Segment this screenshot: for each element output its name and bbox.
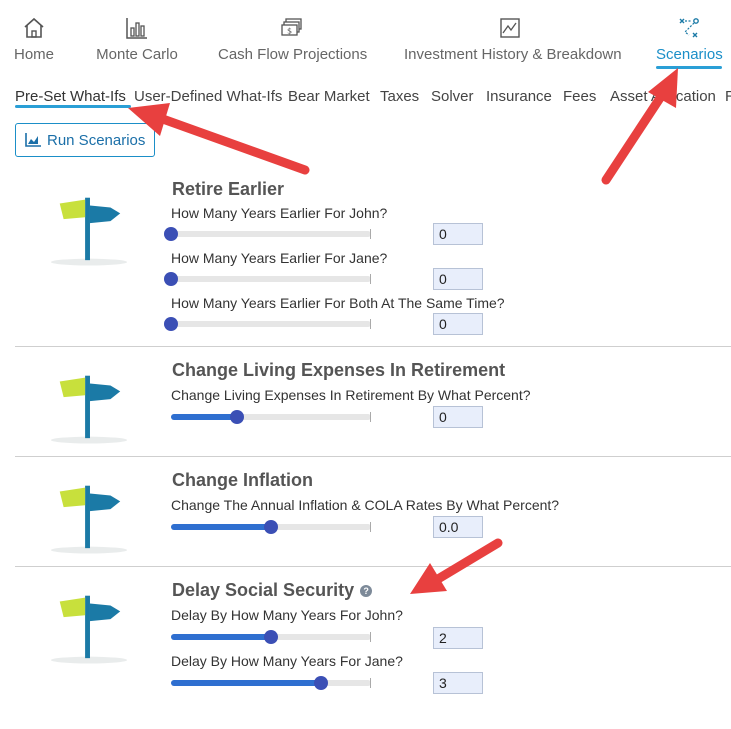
nav-home[interactable]: Home (8, 0, 60, 70)
slider-inflation-percent[interactable] (171, 520, 371, 534)
input-living-expenses-percent[interactable] (433, 406, 483, 428)
input-years-earlier-both[interactable] (433, 313, 483, 335)
active-subtab-underline (15, 105, 131, 108)
field-label: Delay By How Many Years For Jane? (171, 653, 403, 669)
subtab-taxes[interactable]: Taxes (380, 88, 419, 105)
subtab-pre-set-what-ifs[interactable]: Pre-Set What-Ifs (15, 88, 126, 105)
svg-text:$: $ (287, 27, 292, 36)
run-scenarios-label: Run Scenarios (47, 131, 146, 149)
slider-living-expenses-percent[interactable] (171, 410, 371, 424)
section-title: Delay Social Security (172, 580, 355, 600)
input-years-earlier-john[interactable] (433, 223, 483, 245)
slider-thumb[interactable] (164, 227, 178, 241)
input-delay-jane[interactable] (433, 672, 483, 694)
bar-chart-icon (25, 133, 41, 147)
field-label: How Many Years Earlier For John? (171, 205, 388, 221)
section-delay-social-security: Delay Social Security? Delay By How Many… (15, 566, 731, 729)
nav-label: Cash Flow Projections (218, 46, 368, 63)
signpost-icon (50, 375, 128, 444)
slider-thumb[interactable] (230, 410, 244, 424)
field-label: Change Living Expenses In Retirement By … (171, 387, 531, 403)
input-delay-john[interactable] (433, 627, 483, 649)
subtab-asset-allocation[interactable]: Asset Allocation (610, 88, 716, 105)
input-years-earlier-jane[interactable] (433, 268, 483, 290)
section-title: Retire Earlier (172, 179, 285, 199)
nav-investment-history[interactable]: Investment History & Breakdown (404, 0, 622, 70)
run-scenarios-button[interactable]: Run Scenarios (15, 123, 155, 157)
active-tab-underline (656, 66, 722, 69)
signpost-icon (50, 197, 128, 266)
nav-label: Home (13, 46, 54, 63)
slider-years-earlier-john[interactable] (164, 227, 371, 241)
line-chart-icon (500, 18, 520, 38)
signpost-icon (50, 595, 128, 664)
slider-delay-jane[interactable] (171, 676, 371, 690)
input-inflation-percent[interactable] (433, 516, 483, 538)
section-title-row: Delay Social Security? (172, 580, 373, 601)
help-icon[interactable]: ? (360, 585, 373, 598)
section-change-inflation: Change Inflation Change The Annual Infla… (15, 456, 731, 566)
slider-years-earlier-both[interactable] (164, 317, 371, 331)
subtab-bear-market[interactable]: Bear Market (288, 88, 370, 105)
cash-icon: $ (281, 18, 302, 36)
section-retire-earlier: Retire Earlier How Many Years Earlier Fo… (15, 170, 731, 346)
nav-label: Scenarios (656, 46, 723, 63)
bar-chart-icon (126, 18, 147, 39)
nav-label: Monte Carlo (96, 46, 178, 63)
field-label: Change The Annual Inflation & COLA Rates… (171, 497, 560, 513)
section-living-expenses: Change Living Expenses In Retirement Cha… (15, 346, 731, 456)
slider-delay-john[interactable] (171, 630, 371, 644)
subtab-solver[interactable]: Solver (431, 88, 474, 105)
subtab-insurance[interactable]: Insurance (486, 88, 552, 105)
slider-thumb[interactable] (164, 317, 178, 331)
section-title: Change Living Expenses In Retirement (172, 360, 506, 380)
nav-scenarios[interactable]: Scenarios (656, 0, 723, 70)
scenario-path-icon (679, 18, 699, 38)
slider-thumb[interactable] (164, 272, 178, 286)
home-icon (24, 17, 44, 38)
subtab-user-defined-what-ifs[interactable]: User-Defined What-Ifs (134, 88, 282, 105)
top-nav: Home Monte Carlo $ Cash Flow Projections… (0, 0, 731, 72)
subtab-fees[interactable]: Fees (563, 88, 596, 105)
slider-thumb[interactable] (314, 676, 328, 690)
slider-thumb[interactable] (264, 520, 278, 534)
slider-years-earlier-jane[interactable] (164, 272, 371, 286)
field-label: How Many Years Earlier For Jane? (171, 250, 388, 266)
section-title: Change Inflation (172, 470, 313, 490)
nav-label: Investment History & Breakdown (404, 46, 622, 63)
field-label: Delay By How Many Years For John? (171, 607, 403, 623)
signpost-icon (50, 485, 128, 554)
subtab-more[interactable]: R (725, 88, 731, 105)
nav-monte-carlo[interactable]: Monte Carlo (96, 0, 178, 70)
field-label: How Many Years Earlier For Both At The S… (171, 295, 505, 311)
nav-cash-flow[interactable]: $ Cash Flow Projections (218, 0, 368, 70)
slider-thumb[interactable] (264, 630, 278, 644)
